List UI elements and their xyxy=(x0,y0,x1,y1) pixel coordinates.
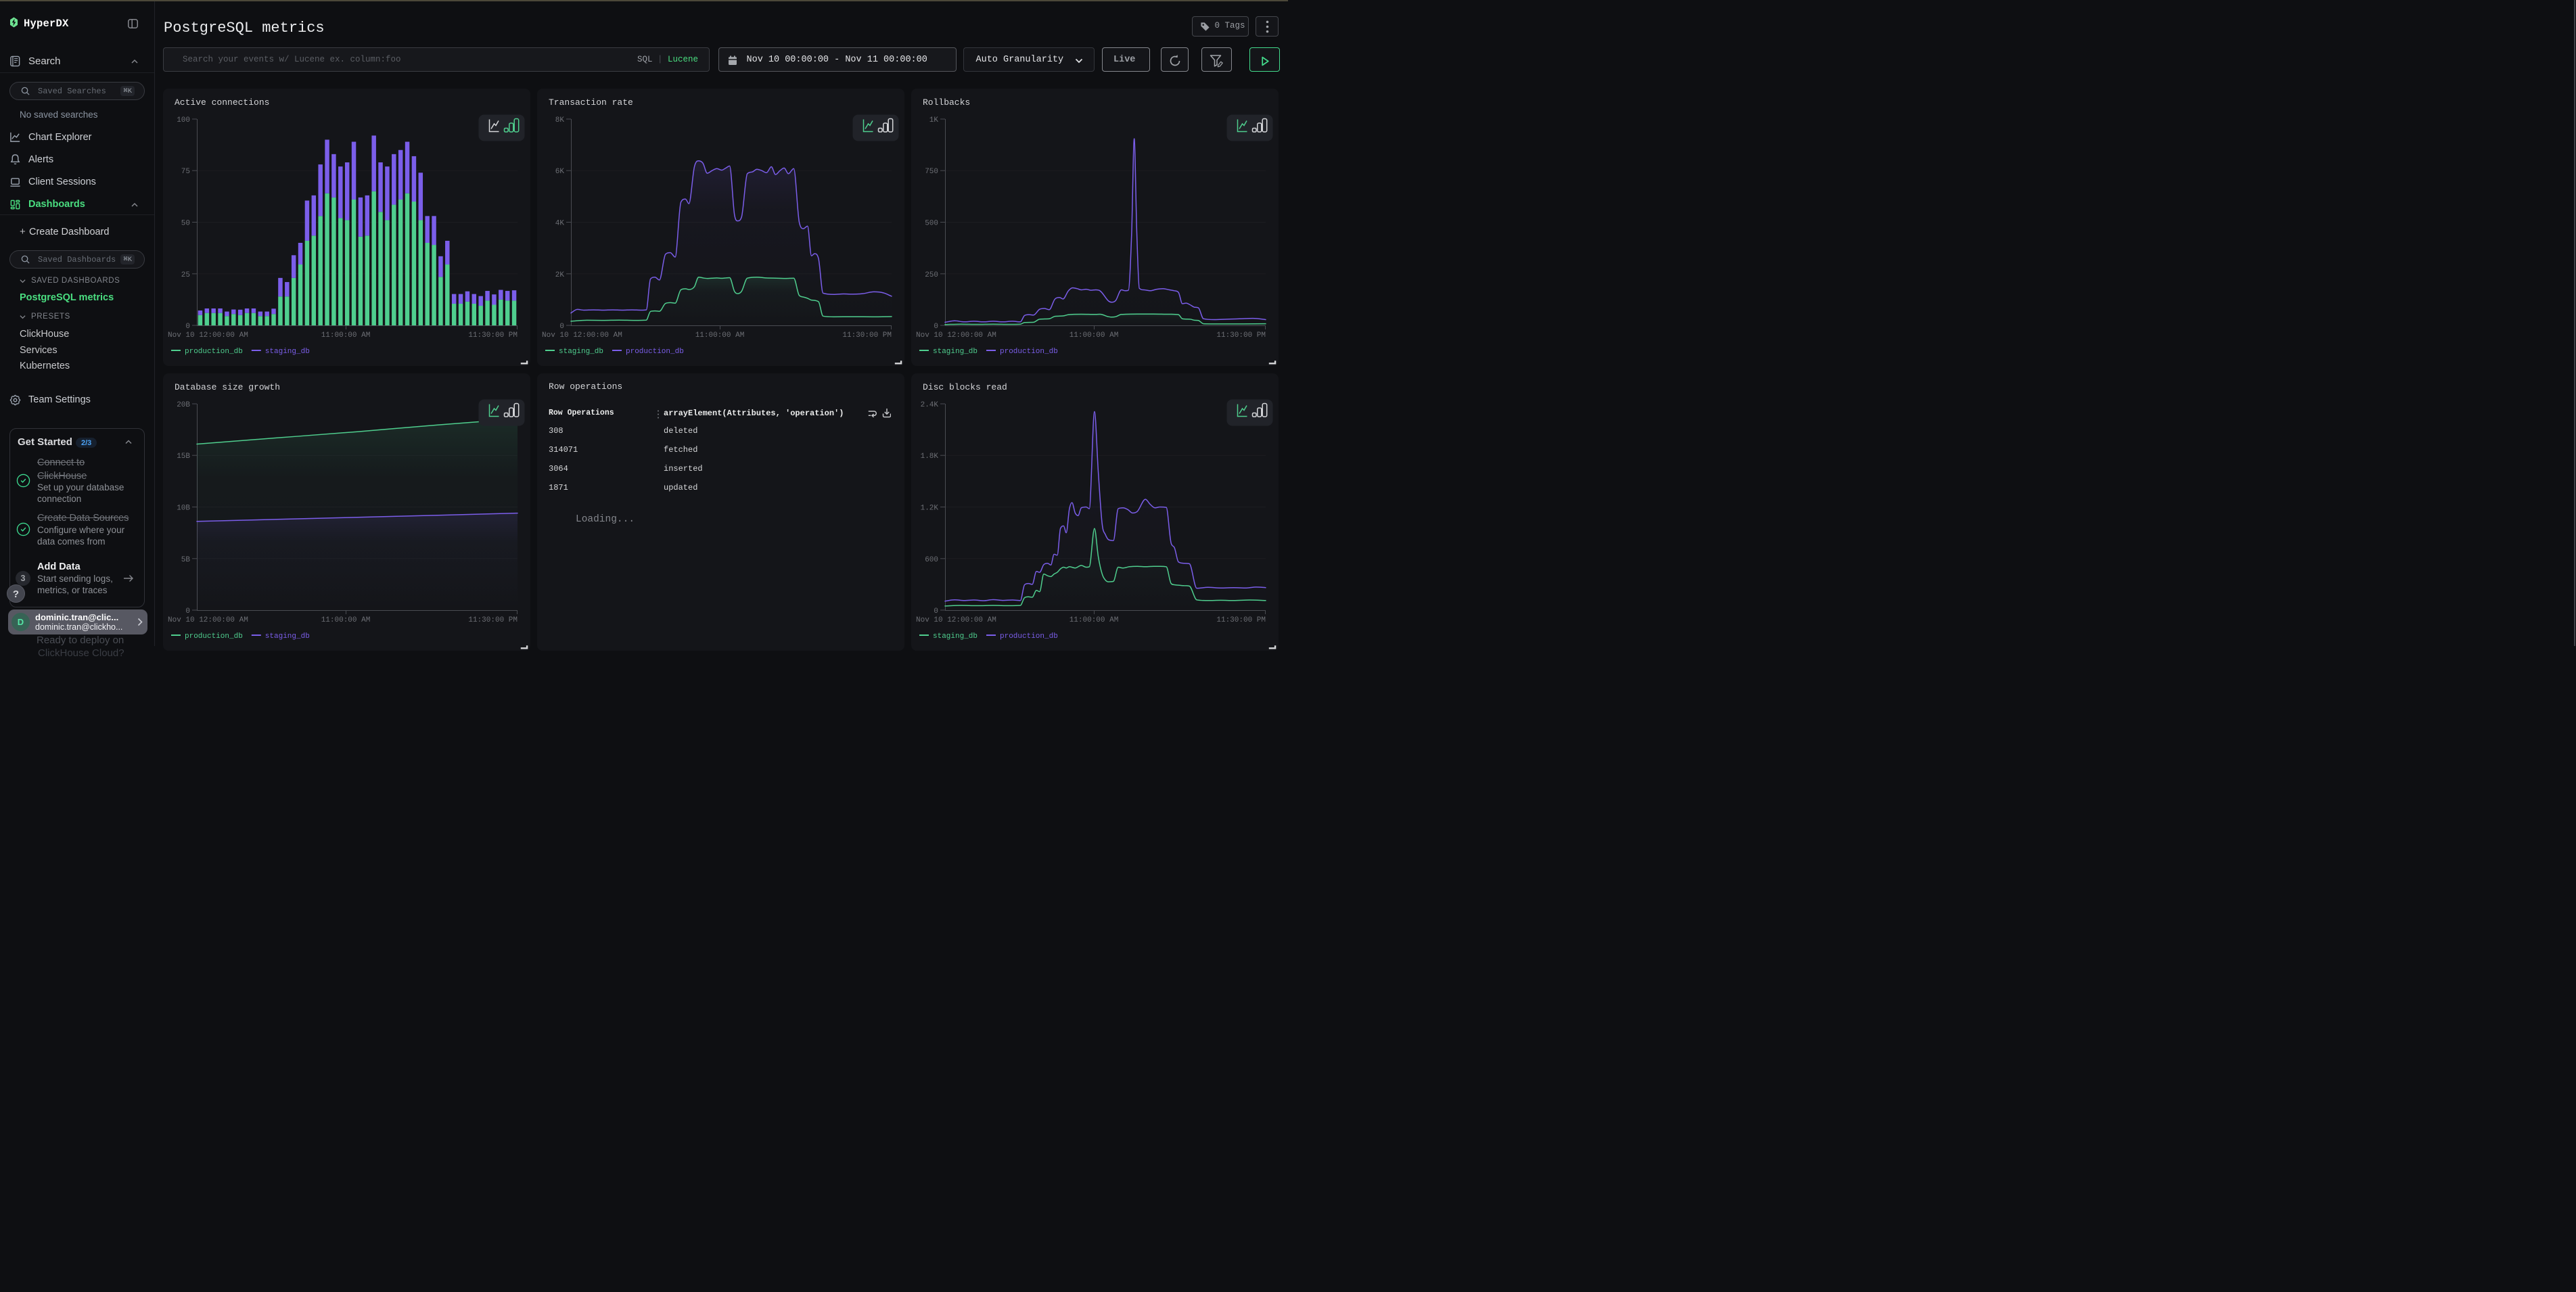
svg-text:20B: 20B xyxy=(177,401,190,409)
svg-text:0: 0 xyxy=(934,607,938,616)
svg-text:Nov 10 12:00:00 AM: Nov 10 12:00:00 AM xyxy=(916,616,996,624)
svg-text:staging_db: staging_db xyxy=(933,348,978,356)
svg-text:50: 50 xyxy=(181,220,190,228)
svg-text:6K: 6K xyxy=(555,168,565,176)
svg-text:500: 500 xyxy=(925,220,938,228)
svg-text:4K: 4K xyxy=(555,220,565,228)
svg-text:production_db: production_db xyxy=(185,632,243,641)
svg-text:production_db: production_db xyxy=(626,348,684,356)
svg-text:0: 0 xyxy=(185,323,190,331)
svg-text:11:00:00 AM: 11:00:00 AM xyxy=(1070,331,1119,340)
svg-text:11:00:00 AM: 11:00:00 AM xyxy=(1070,616,1119,624)
svg-text:production_db: production_db xyxy=(185,348,243,356)
svg-text:0: 0 xyxy=(934,323,938,331)
svg-text:750: 750 xyxy=(925,168,938,176)
svg-text:staging_db: staging_db xyxy=(265,632,310,641)
svg-text:75: 75 xyxy=(181,168,190,176)
svg-text:Active connections: Active connections xyxy=(175,97,269,108)
svg-text:600: 600 xyxy=(925,556,938,564)
svg-text:0: 0 xyxy=(559,323,564,331)
svg-text:staging_db: staging_db xyxy=(933,632,978,641)
svg-text:0: 0 xyxy=(185,607,190,616)
svg-text:production_db: production_db xyxy=(1000,632,1058,641)
svg-text:11:30:00 PM: 11:30:00 PM xyxy=(1216,331,1266,340)
svg-text:15B: 15B xyxy=(177,453,190,461)
svg-text:250: 250 xyxy=(925,271,938,279)
svg-text:Disc blocks read: Disc blocks read xyxy=(923,382,1007,392)
svg-text:Nov 10 12:00:00 AM: Nov 10 12:00:00 AM xyxy=(542,331,622,340)
svg-text:staging_db: staging_db xyxy=(265,348,310,356)
svg-text:100: 100 xyxy=(177,116,190,124)
svg-text:Rollbacks: Rollbacks xyxy=(923,97,970,108)
svg-text:Nov 10 12:00:00 AM: Nov 10 12:00:00 AM xyxy=(168,616,248,624)
svg-text:11:00:00 AM: 11:00:00 AM xyxy=(321,331,371,340)
svg-text:1.2K: 1.2K xyxy=(921,505,939,513)
svg-text:25: 25 xyxy=(181,271,190,279)
svg-text:1.8K: 1.8K xyxy=(921,453,939,461)
svg-text:1K: 1K xyxy=(929,116,939,124)
svg-text:11:00:00 AM: 11:00:00 AM xyxy=(695,331,745,340)
svg-text:11:30:00 PM: 11:30:00 PM xyxy=(468,331,518,340)
svg-text:2K: 2K xyxy=(555,271,565,279)
svg-text:10B: 10B xyxy=(177,505,190,513)
svg-text:11:30:00 PM: 11:30:00 PM xyxy=(842,331,892,340)
svg-text:11:30:00 PM: 11:30:00 PM xyxy=(468,616,518,624)
svg-text:Database size growth: Database size growth xyxy=(175,382,280,392)
svg-text:8K: 8K xyxy=(555,116,565,124)
svg-text:2.4K: 2.4K xyxy=(921,401,939,409)
svg-text:staging_db: staging_db xyxy=(559,348,603,356)
svg-text:5B: 5B xyxy=(181,556,191,564)
svg-text:Nov 10 12:00:00 AM: Nov 10 12:00:00 AM xyxy=(168,331,248,340)
svg-text:production_db: production_db xyxy=(1000,348,1058,356)
svg-text:11:00:00 AM: 11:00:00 AM xyxy=(321,616,371,624)
svg-text:11:30:00 PM: 11:30:00 PM xyxy=(1216,616,1266,624)
svg-text:Transaction rate: Transaction rate xyxy=(549,97,633,108)
svg-text:Nov 10 12:00:00 AM: Nov 10 12:00:00 AM xyxy=(916,331,996,340)
